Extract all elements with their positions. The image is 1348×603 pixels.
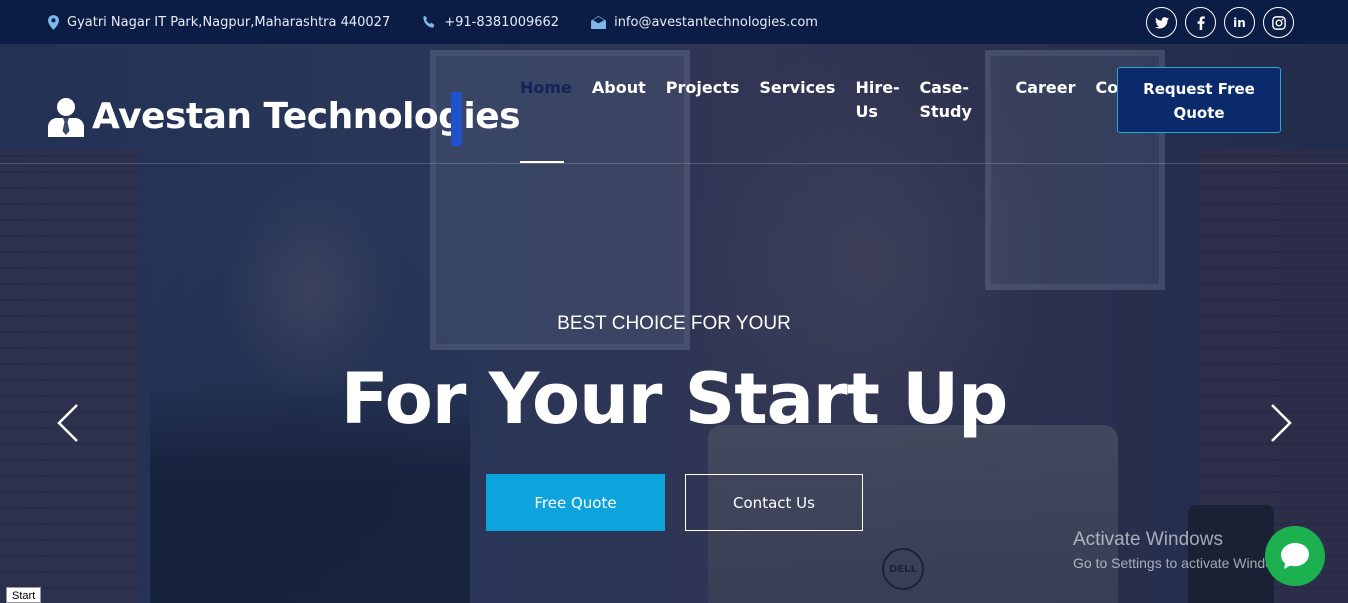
nav-item-career[interactable]: Career <box>1015 76 1075 124</box>
hero-headline: For Your Start Up <box>340 358 1008 440</box>
activate-title: Activate Windows <box>1073 529 1223 550</box>
envelope-icon <box>591 15 607 29</box>
free-quote-button[interactable]: Free Quote <box>486 474 665 531</box>
phone-info[interactable]: +91-8381009662 <box>422 15 559 30</box>
nav-item-services[interactable]: Services <box>759 76 835 124</box>
phone-icon <box>423 15 435 28</box>
windows-activation-watermark: Activate Windows Go to Settings to activ… <box>1073 529 1294 571</box>
brand-logo[interactable]: Avestan Technologies <box>48 96 521 137</box>
request-quote-button[interactable]: Request Free Quote <box>1117 67 1281 133</box>
linkedin-icon[interactable]: in <box>1224 7 1255 38</box>
text-cursor-highlight <box>451 92 462 146</box>
top-info-bar: Gyatri Nagar IT Park,Nagpur,Maharashtra … <box>0 0 1348 44</box>
main-navbar: Avestan Technologies Home About Projects… <box>0 44 1348 164</box>
email-text[interactable]: info@avestantechnologies.com <box>614 15 818 30</box>
social-links: in <box>1146 7 1294 38</box>
nav-item-projects[interactable]: Projects <box>666 76 740 124</box>
nav-item-home[interactable]: Home <box>520 76 572 163</box>
user-tie-icon <box>48 97 84 137</box>
chat-button[interactable] <box>1265 526 1325 586</box>
chat-bubble-icon <box>1281 543 1309 569</box>
email-info[interactable]: info@avestantechnologies.com <box>591 15 818 30</box>
address-info: Gyatri Nagar IT Park,Nagpur,Maharashtra … <box>48 15 390 30</box>
phone-text[interactable]: +91-8381009662 <box>444 15 559 30</box>
map-pin-icon <box>48 14 59 30</box>
facebook-icon[interactable] <box>1185 7 1216 38</box>
hero-kicker: BEST CHOICE FOR YOUR <box>557 313 791 334</box>
nav-menu: Home About Projects Services Hire-Us Cas… <box>520 76 1185 163</box>
taskbar-start-label[interactable]: Start <box>6 587 42 603</box>
chevron-right-icon[interactable] <box>1268 403 1294 443</box>
twitter-icon[interactable] <box>1146 7 1177 38</box>
contact-us-button[interactable]: Contact Us <box>685 474 863 531</box>
address-text: Gyatri Nagar IT Park,Nagpur,Maharashtra … <box>67 14 391 30</box>
nav-item-about[interactable]: About <box>592 76 646 124</box>
nav-item-case-study[interactable]: Case-Study <box>919 76 995 124</box>
activate-subtitle: Go to Settings to activate Windows. <box>1073 555 1294 571</box>
instagram-icon[interactable] <box>1263 7 1294 38</box>
nav-item-hire-us[interactable]: Hire-Us <box>855 76 899 124</box>
chevron-left-icon[interactable] <box>55 403 81 443</box>
